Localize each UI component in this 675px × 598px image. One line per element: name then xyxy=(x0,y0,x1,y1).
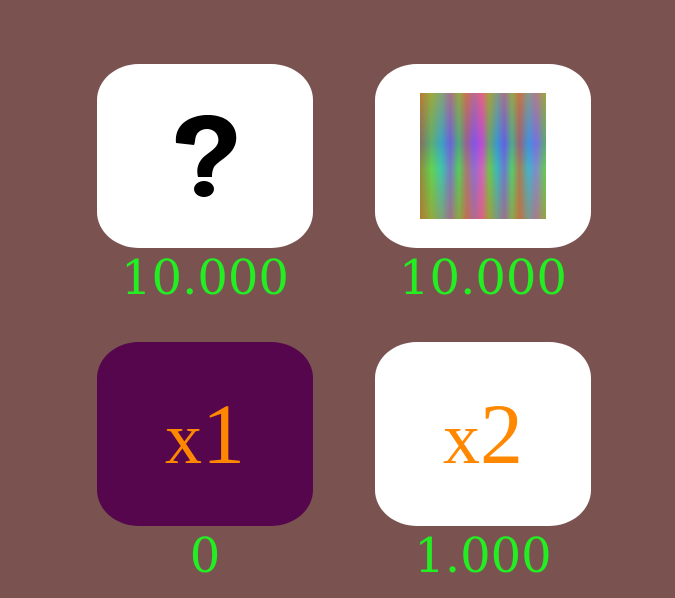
multiplier-x1-prefix: x xyxy=(165,398,202,480)
multiplier-x2-price: 1.000 xyxy=(414,528,552,584)
rainbow-texture-icon xyxy=(420,93,546,219)
rainbow-item-tile[interactable] xyxy=(375,64,591,248)
multiplier-x1-label: x1 xyxy=(165,391,245,477)
mystery-item-tile[interactable] xyxy=(97,64,313,248)
mystery-item-price: 10.000 xyxy=(121,250,289,306)
rainbow-item-price: 10.000 xyxy=(399,250,567,306)
multiplier-x2-number: 2 xyxy=(480,386,523,482)
multiplier-x1-price: 0 xyxy=(189,528,221,584)
multiplier-x1-number: 1 xyxy=(202,386,245,482)
multiplier-x2-tile[interactable]: x2 xyxy=(375,342,591,526)
question-mark-icon xyxy=(170,113,240,199)
multiplier-x1-tile[interactable]: x1 xyxy=(97,342,313,526)
multiplier-x2-prefix: x xyxy=(443,398,480,480)
multiplier-x2-label: x2 xyxy=(443,391,523,477)
